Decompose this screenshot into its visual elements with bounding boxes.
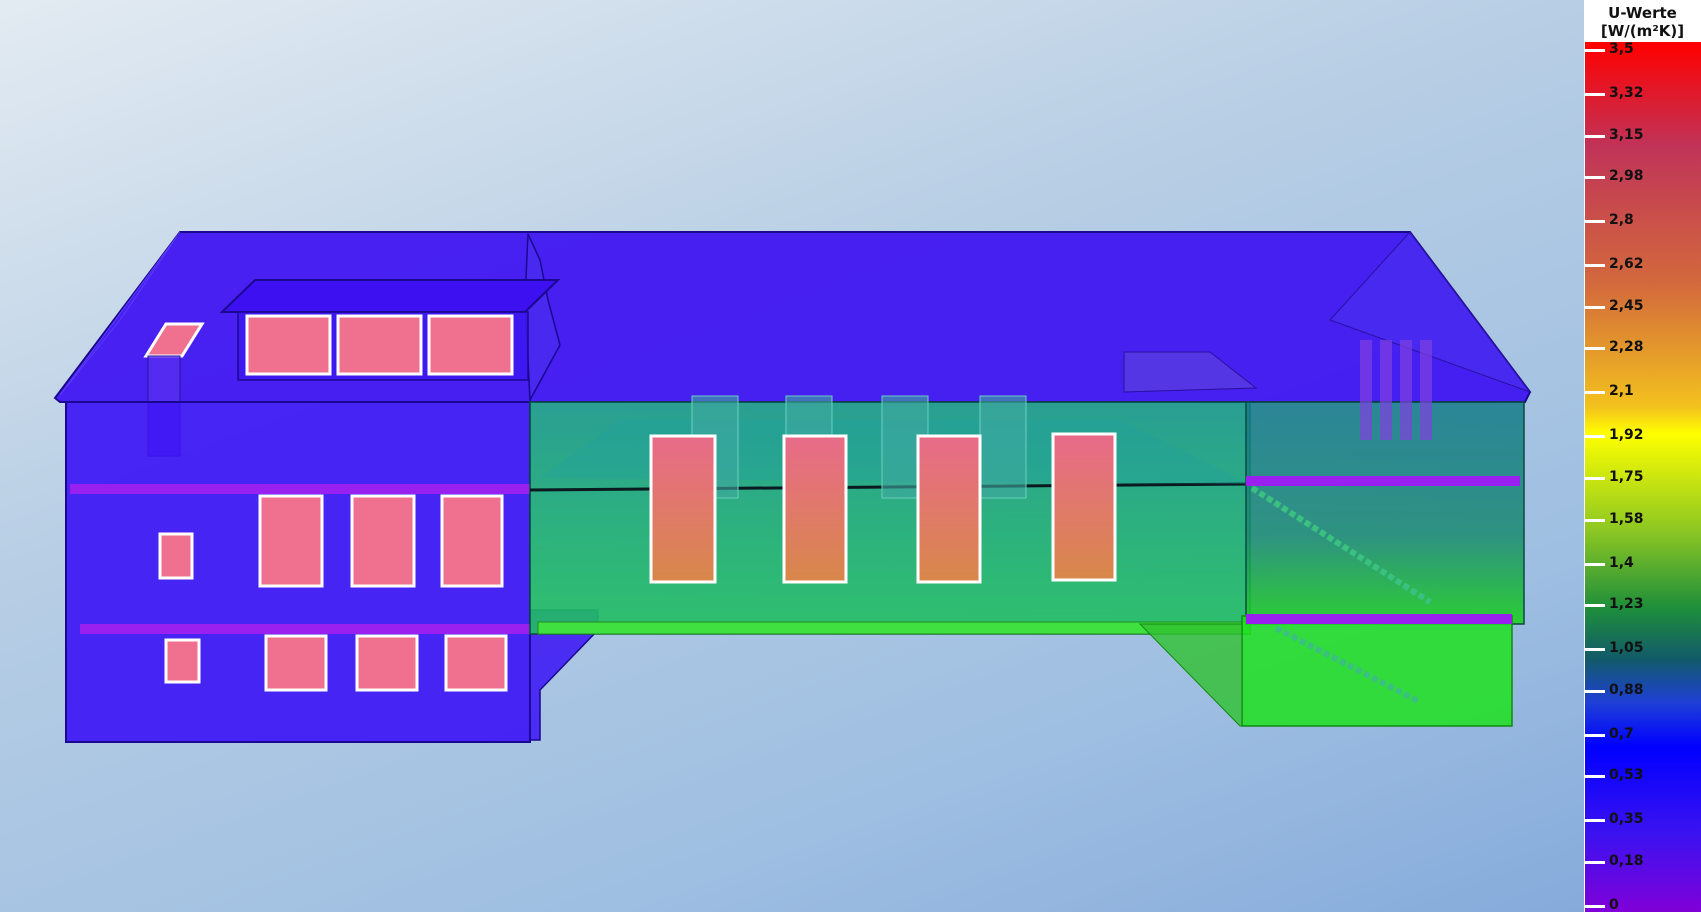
window [164, 638, 201, 684]
legend-tick-label: 1,75 [1609, 469, 1644, 485]
legend-tick-label: 0,53 [1609, 767, 1644, 784]
legend-tick-mark [1584, 905, 1605, 908]
legend-tick-label: 0 [1609, 897, 1619, 913]
window [649, 434, 717, 584]
legend-tick-mark [1584, 391, 1605, 395]
legend-tick-label: 2,8 [1609, 212, 1634, 229]
legend-tick-mark [1584, 775, 1605, 779]
legend-tick-label: 3,15 [1609, 126, 1644, 143]
legend-tick-mark [1584, 860, 1605, 864]
legend-tick-mark [1584, 176, 1605, 180]
legend-tick-mark [1584, 604, 1605, 608]
legend-tick-mark [1584, 477, 1605, 480]
legend-tick-mark [1584, 435, 1605, 439]
legend-tick-label: 3,32 [1609, 85, 1644, 102]
legend-tick-mark [1584, 562, 1605, 566]
floor-slab [70, 484, 530, 494]
window [782, 434, 848, 584]
legend-tick-label: 1,4 [1609, 554, 1634, 571]
window [350, 494, 416, 588]
u-value-legend: U-Werte [W/(m²K)] 3,5 3,32 3,15 2,98 2,8 2,62… [1584, 0, 1701, 913]
legend-tick-mark [1584, 689, 1605, 693]
legend-tick-mark [1584, 819, 1605, 823]
legend-tick-mark [1584, 264, 1605, 268]
legend-tick-mark [1584, 347, 1605, 351]
legend-tick-mark [1584, 220, 1605, 224]
left-wing [65, 401, 599, 743]
window [258, 494, 324, 588]
legend-tick-mark [1584, 305, 1605, 309]
floor-slab [1246, 476, 1520, 486]
legend-tick-label: 0,18 [1609, 852, 1644, 869]
middle-section [529, 395, 1251, 635]
legend-title-label: U-Werte [1608, 4, 1677, 22]
legend-tick-label: 3,5 [1609, 41, 1634, 57]
window [1051, 432, 1117, 582]
window [158, 532, 194, 580]
legend-title: U-Werte [W/(m²K)] [1584, 4, 1701, 40]
legend-tick-mark [1584, 648, 1605, 652]
legend-tick-mark [1584, 49, 1605, 52]
legend-tick-mark [1584, 733, 1605, 737]
floor-slab [80, 624, 530, 634]
dormer [219, 279, 561, 381]
window [440, 494, 504, 588]
window [355, 634, 419, 692]
window [916, 434, 982, 584]
3d-viewport[interactable] [0, 0, 1584, 912]
legend-tick-label: 0,7 [1609, 725, 1634, 742]
legend-tick-label: 1,58 [1609, 510, 1644, 527]
legend-unit-label: [W/(m²K)] [1600, 22, 1685, 40]
window [444, 634, 508, 692]
legend-tick-label: 1,05 [1609, 640, 1644, 657]
legend-tick-label: 1,23 [1609, 596, 1644, 613]
legend-tick-label: 0,88 [1609, 681, 1644, 698]
legend-tick-label: 2,1 [1609, 383, 1634, 400]
legend-tick-label: 2,28 [1609, 339, 1644, 356]
dormer-window [427, 314, 514, 376]
window [264, 634, 328, 692]
floor-slab [1246, 614, 1512, 624]
legend-tick-label: 1,92 [1609, 427, 1644, 444]
legend-tick-mark [1584, 518, 1605, 522]
dormer-window [245, 314, 332, 376]
legend-tick-label: 2,45 [1609, 297, 1644, 314]
legend-tick-label: 2,62 [1609, 256, 1644, 273]
legend-tick-mark [1584, 134, 1605, 138]
dormer-window [336, 314, 423, 376]
building-3d-model[interactable] [0, 0, 1584, 912]
legend-tick-label: 0,35 [1609, 811, 1644, 828]
legend-tick-label: 2,98 [1609, 168, 1644, 185]
legend-tick-mark [1584, 93, 1605, 97]
